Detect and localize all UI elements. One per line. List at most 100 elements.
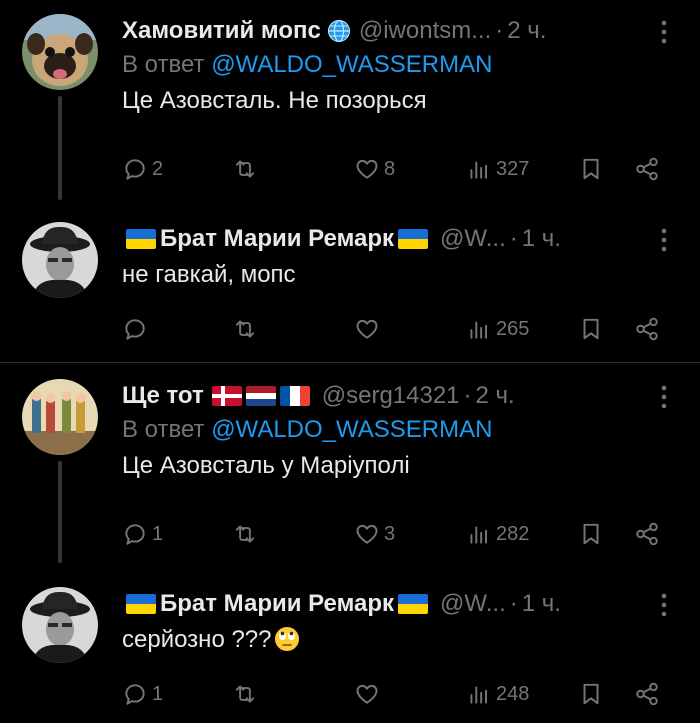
action-bar: 2 8 327 [122, 154, 670, 184]
heart-icon [356, 524, 378, 544]
display-name[interactable]: Хамовитий мопс [122, 17, 321, 45]
like-button[interactable] [354, 679, 384, 709]
views-button[interactable]: 248 [466, 679, 529, 709]
share-button[interactable] [634, 519, 660, 549]
user-handle[interactable]: @W... [440, 590, 506, 618]
ukraine-flag-icon [126, 594, 156, 614]
user-handle[interactable]: @iwontsm... [359, 17, 491, 45]
tweet-text: Це Азовсталь. Не позорься [122, 87, 427, 114]
share-button[interactable] [634, 314, 660, 344]
more-options-icon[interactable] [654, 226, 674, 254]
reply-button[interactable]: 1 [122, 519, 163, 549]
timestamp[interactable]: 1 ч. [522, 590, 561, 618]
mention-link[interactable]: @WALDO_WASSERMAN [211, 416, 492, 443]
like-button[interactable] [354, 314, 384, 344]
views-count: 248 [496, 682, 530, 705]
mention-link[interactable]: @WALDO_WASSERMAN [211, 51, 492, 78]
views-chart-icon [470, 686, 488, 704]
denmark-flag-icon [211, 386, 242, 406]
views-chart-icon [470, 526, 488, 544]
tweet[interactable]: Брат Марии Ремарк @W... · 1 ч. серйозно … [0, 563, 700, 723]
timestamp[interactable]: 1 ч. [522, 225, 561, 253]
reply-button[interactable]: 2 [122, 154, 163, 184]
retweet-icon [235, 160, 255, 178]
bookmark-button[interactable] [578, 679, 604, 709]
share-icon [636, 317, 658, 341]
user-handle[interactable]: @serg14321 [322, 382, 460, 410]
reply-context: В ответ @WALDO_WASSERMAN [122, 51, 493, 78]
avatar[interactable] [22, 587, 98, 663]
rolling-eyes-emoji-icon [274, 627, 299, 651]
pug-avatar-icon [22, 14, 98, 90]
thread-line [58, 461, 62, 563]
retweet-icon [235, 685, 255, 703]
bookmark-icon [583, 683, 599, 705]
man-in-hat-avatar-icon [22, 587, 98, 663]
tweet-text: не гавкай, мопс [122, 261, 296, 288]
like-count: 8 [384, 157, 396, 180]
display-name[interactable]: Ще тот [122, 382, 204, 410]
heart-icon [356, 159, 378, 179]
tweet-text: серйозно ??? [122, 623, 670, 657]
ukraine-flag-icon [398, 594, 429, 614]
timestamp[interactable]: 2 ч. [507, 17, 546, 45]
bookmark-icon [583, 318, 599, 340]
thread-line [58, 96, 62, 200]
bookmark-button[interactable] [578, 519, 604, 549]
ukraine-flag-icon [126, 229, 156, 249]
views-count: 265 [496, 317, 530, 340]
avatar[interactable] [22, 14, 98, 90]
reply-icon [125, 684, 145, 705]
heart-icon [356, 684, 378, 704]
retweet-icon [235, 525, 255, 543]
like-count: 3 [384, 522, 396, 545]
display-name[interactable]: Брат Марии Ремарк [160, 225, 394, 253]
avatar[interactable] [22, 222, 98, 298]
views-button[interactable]: 282 [466, 519, 529, 549]
man-in-hat-avatar-icon [22, 222, 98, 298]
share-icon [636, 157, 658, 181]
like-button[interactable]: 3 [354, 519, 395, 549]
reply-button[interactable]: 1 [122, 679, 163, 709]
reply-icon [125, 319, 145, 340]
views-button[interactable]: 265 [466, 314, 529, 344]
share-icon [636, 522, 658, 546]
more-options-icon[interactable] [654, 591, 674, 619]
action-bar: 1 248 [122, 679, 670, 709]
views-count: 327 [496, 157, 530, 180]
retweet-button[interactable] [232, 679, 262, 709]
more-options-icon[interactable] [654, 18, 674, 46]
reply-context: В ответ @WALDO_WASSERMAN [122, 416, 493, 443]
bookmark-button[interactable] [578, 154, 604, 184]
reply-button[interactable] [122, 314, 152, 344]
share-button[interactable] [634, 154, 660, 184]
share-button[interactable] [634, 679, 660, 709]
display-name[interactable]: Брат Марии Ремарк [160, 590, 394, 618]
user-handle[interactable]: @W... [440, 225, 506, 253]
timestamp[interactable]: 2 ч. [476, 382, 515, 410]
reply-icon [125, 524, 145, 545]
reply-count: 1 [152, 682, 164, 705]
reply-icon [125, 159, 145, 180]
netherlands-flag-icon [245, 386, 276, 406]
tweet[interactable]: Брат Марии Ремарк @W... · 1 ч. не гавкай… [0, 200, 700, 362]
like-button[interactable]: 8 [354, 154, 395, 184]
band-avatar-icon [22, 379, 98, 455]
bookmark-button[interactable] [578, 314, 604, 344]
tweet-text: Це Азовсталь у Маріуполі [122, 452, 410, 479]
views-chart-icon [470, 321, 488, 339]
bookmark-icon [583, 523, 599, 545]
tweet[interactable]: Хамовитий мопс @iwontsm... · 2 ч. В отве… [0, 0, 700, 200]
share-icon [636, 682, 658, 706]
reply-count: 2 [152, 157, 164, 180]
views-button[interactable]: 327 [466, 154, 529, 184]
retweet-icon [235, 320, 255, 338]
bookmark-icon [583, 158, 599, 180]
retweet-button[interactable] [232, 154, 262, 184]
avatar[interactable] [22, 379, 98, 455]
tweet[interactable]: Ще тот @serg14321 · 2 ч. В ответ @WALDO_… [0, 363, 700, 563]
retweet-button[interactable] [232, 519, 262, 549]
ukraine-flag-icon [398, 229, 429, 249]
retweet-button[interactable] [232, 314, 262, 344]
more-options-icon[interactable] [654, 383, 674, 411]
